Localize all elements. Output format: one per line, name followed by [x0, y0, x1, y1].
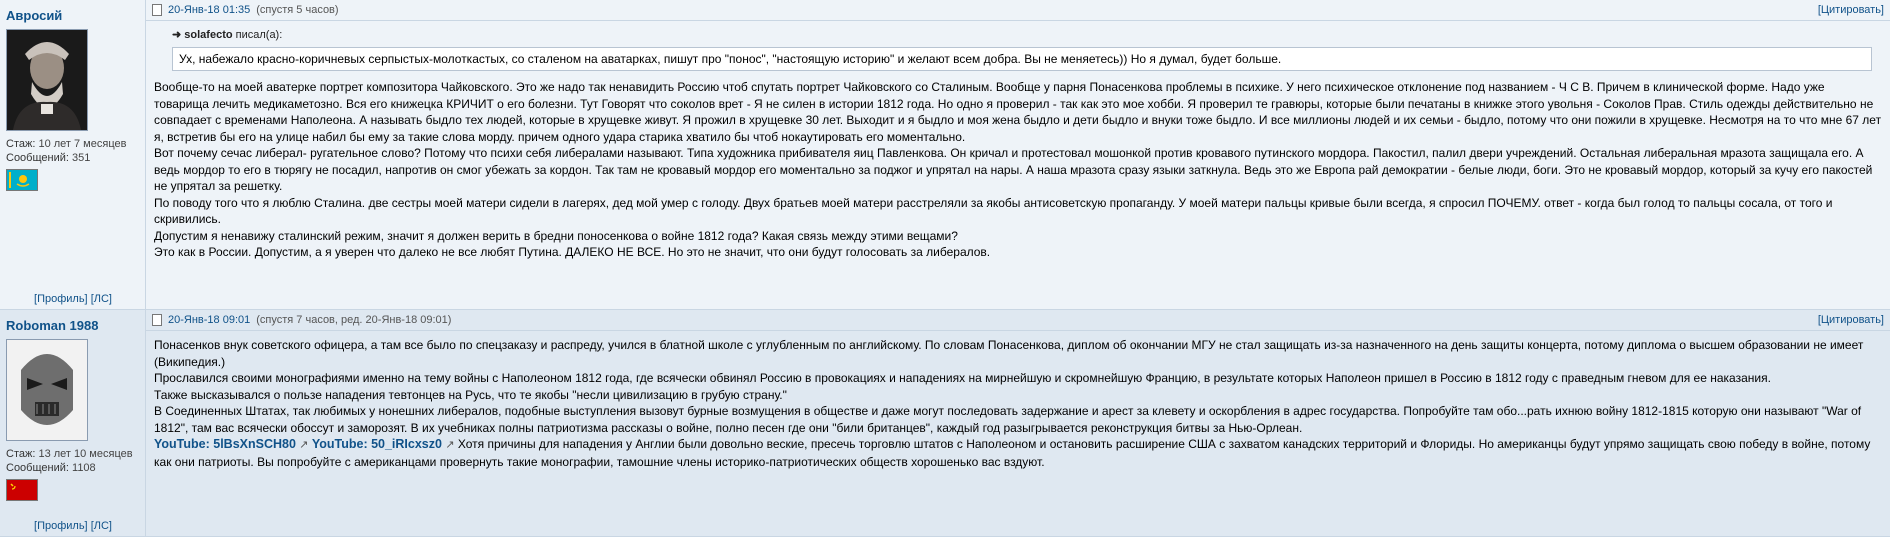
tenure-label: Стаж: [6, 138, 36, 150]
post-date[interactable]: 20-Янв-18 01:35 [168, 4, 250, 16]
youtube-link[interactable]: YouTube: 5lBsXnSCH80 [154, 437, 296, 451]
posts-count-value: 351 [72, 152, 91, 164]
profile-link[interactable]: [Профиль] [34, 293, 88, 305]
kazakhstan-flag-icon [6, 169, 38, 191]
avatar [6, 339, 88, 441]
avatar [6, 29, 88, 131]
post-body: Понасенков внук советского офицера, а та… [146, 331, 1890, 470]
pm-link[interactable]: [ЛС] [91, 293, 112, 305]
tenure-value: 13 лет 10 месяцев [38, 448, 133, 460]
external-link-icon[interactable]: ↗ [299, 439, 308, 451]
quote-arrow-icon: ➜ [172, 29, 182, 41]
quote-text: Ух, набежало красно-коричневых серпыстых… [172, 46, 1872, 71]
author-panel: Roboman 1988 Стаж: 13 лет 10 месяцев Соо… [0, 310, 146, 537]
post-paragraph: Также высказывался о пользе нападения те… [154, 387, 787, 402]
quote-button[interactable]: [Цитировать] [1818, 314, 1884, 326]
post-doc-icon[interactable] [152, 314, 162, 326]
author-name[interactable]: Авросий [6, 8, 139, 23]
post-paragraph: Это как в России. Допустим, а я уверен ч… [154, 245, 991, 259]
author-stats: Стаж: 13 лет 10 месяцев Сообщений: 1108 [6, 447, 139, 475]
quote-button[interactable]: [Цитировать] [1818, 4, 1884, 16]
post-date[interactable]: 20-Янв-18 09:01 [168, 314, 250, 326]
post-paragraph: В Соединенных Штатах, так любимых у ноне… [154, 404, 1862, 435]
ussr-flag-icon [6, 479, 38, 501]
post-paragraph: Понасенков внук советского офицера, а та… [154, 338, 1864, 369]
quote-header: ➜ solafecto писал(а): [172, 27, 1872, 44]
quote-block: ➜ solafecto писал(а): Ух, набежало красн… [172, 27, 1872, 71]
post-since: (спустя 5 часов) [256, 4, 339, 16]
author-links: [Профиль] [ЛС] [0, 293, 146, 305]
post-paragraph-youtube: YouTube: 5lBsXnSCH80 ↗ YouTube: 50_iRIcx… [154, 436, 1882, 470]
posts-count-label: Сообщений: [6, 462, 69, 474]
post-content: 20-Янв-18 09:01 (спустя 7 часов, ред. 20… [146, 310, 1890, 537]
pm-link[interactable]: [ЛС] [91, 520, 112, 532]
tenure-label: Стаж: [6, 448, 36, 460]
quote-verb: писал(а): [235, 29, 283, 41]
post-paragraph: По поводу того что я люблю Сталина. две … [154, 195, 1833, 227]
youtube-link[interactable]: YouTube: 50_iRIcxsz0 [312, 437, 442, 451]
tenure-value: 10 лет 7 месяцев [38, 138, 127, 150]
post-content: 20-Янв-18 01:35 (спустя 5 часов) [Цитиро… [146, 0, 1890, 310]
post-paragraph: Прославился своими монографиями именно н… [154, 371, 1771, 385]
author-links: [Профиль] [ЛС] [0, 520, 146, 532]
post-1: Авросий Стаж: 10 лет 7 месяцев Сообщений… [0, 0, 1890, 310]
post-doc-icon[interactable] [152, 4, 162, 16]
author-stats: Стаж: 10 лет 7 месяцев Сообщений: 351 [6, 137, 139, 165]
author-name[interactable]: Roboman 1988 [6, 318, 139, 333]
posts-count-value: 1108 [72, 462, 96, 474]
post-header: 20-Янв-18 09:01 (спустя 7 часов, ред. 20… [146, 310, 1890, 331]
post-header: 20-Янв-18 01:35 (спустя 5 часов) [Цитиро… [146, 0, 1890, 21]
quote-author: solafecto [184, 29, 233, 41]
author-panel: Авросий Стаж: 10 лет 7 месяцев Сообщений… [0, 0, 146, 310]
post-body: ➜ solafecto писал(а): Ух, набежало красн… [146, 21, 1890, 261]
post-paragraph: Допустим я ненавижу сталинский режим, зн… [154, 228, 958, 243]
posts-count-label: Сообщений: [6, 152, 69, 164]
profile-link[interactable]: [Профиль] [34, 520, 88, 532]
post-paragraph: Вот почему сечас либерал- ругательное сл… [154, 146, 1873, 193]
external-link-icon[interactable]: ↗ [445, 439, 454, 451]
post-since: (спустя 7 часов, ред. 20-Янв-18 09:01) [256, 314, 452, 326]
post-2: Roboman 1988 Стаж: 13 лет 10 месяцев Соо… [0, 310, 1890, 537]
post-paragraph: Вообще-то на моей аватерке портрет компо… [154, 80, 1882, 144]
